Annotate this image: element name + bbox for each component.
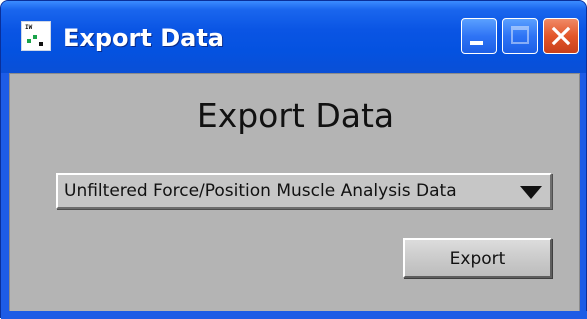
front-panel: Export Data Unfiltered Force/Position Mu… bbox=[9, 73, 580, 319]
minimize-icon bbox=[470, 41, 483, 45]
data-type-dropdown[interactable]: Unfiltered Force/Position Muscle Analysi… bbox=[56, 173, 552, 209]
dropdown-arrow-icon[interactable] bbox=[520, 186, 542, 199]
window-title: Export Data bbox=[63, 24, 224, 52]
app-icon-dot bbox=[33, 35, 37, 39]
app-icon-text: IW bbox=[25, 24, 33, 31]
export-button[interactable]: Export bbox=[403, 238, 552, 278]
title-bar[interactable]: IW Export Data bbox=[1, 1, 586, 73]
data-type-selected-value: Unfiltered Force/Position Muscle Analysi… bbox=[64, 181, 457, 201]
maximize-icon bbox=[511, 26, 529, 44]
export-button-label: Export bbox=[449, 249, 506, 269]
labview-app-icon[interactable]: IW bbox=[21, 21, 51, 51]
minimize-button[interactable] bbox=[461, 18, 497, 54]
export-data-window: IW Export Data Export Data Unfiltered Fo… bbox=[0, 0, 587, 319]
app-icon-dot bbox=[39, 42, 43, 46]
close-button[interactable] bbox=[543, 18, 579, 54]
app-icon-dot bbox=[27, 39, 31, 43]
maximize-button bbox=[502, 18, 538, 54]
close-icon bbox=[551, 26, 571, 46]
panel-heading: Export Data bbox=[196, 96, 395, 135]
